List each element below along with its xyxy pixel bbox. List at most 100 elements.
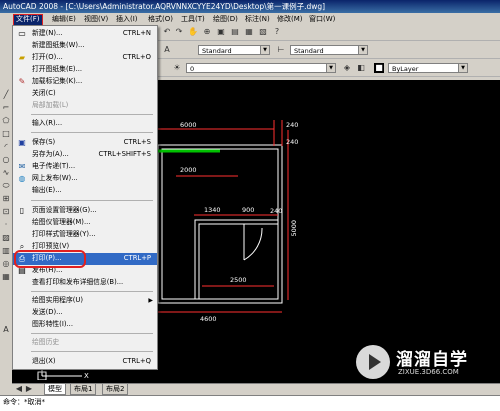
tab-nav-last-icon[interactable]: ▶ [24,384,34,394]
menu-item-drawing-properties[interactable]: 图形特性(I)... [13,319,157,331]
menu-item-save-as[interactable]: 另存为(A)... CTRL+SHIFT+S [13,149,157,161]
menu-item-etransmit[interactable]: ✉ 电子传递(T)... [13,161,157,173]
dim-label: 240 [286,121,299,129]
globe-icon: ◍ [18,174,26,183]
layer-select[interactable]: 0 ▼ [186,63,336,73]
command-line[interactable]: 命令：*取消* [0,395,500,411]
menu-item-page-setup[interactable]: ▯ 页面设置管理器(G)... [13,205,157,217]
menu-item-plotter-manager[interactable]: 绘图仪管理器(M)... [13,217,157,229]
menu-item-publish-web[interactable]: ◍ 网上发布(W)... [13,173,157,185]
tab-model[interactable]: 模型 [44,384,66,395]
mtext-icon[interactable]: A [1,325,11,335]
menu-modify[interactable]: 修改(M) [275,14,305,24]
region-icon[interactable]: ◎ [1,259,11,269]
insert-block-icon[interactable]: ⊞ [1,194,11,204]
polygon-icon[interactable]: ⬠ [1,116,11,126]
pan-icon[interactable]: ✋ [188,27,198,37]
dim-label: 6000 [180,121,197,129]
dim-label: 5000 [290,220,298,237]
chevron-down-icon: ▼ [260,46,269,54]
tab-layout1[interactable]: 布局1 [70,384,97,395]
watermark: 溜溜自学 ZIXUE.3D66.COM [356,343,496,383]
dim-label: 1340 [204,206,221,214]
menu-separator [31,351,153,352]
tool-palette-icon[interactable]: ▧ [258,27,268,37]
table-icon[interactable]: ▦ [1,272,11,282]
menu-item-exit[interactable]: 退出(X) CTRL+Q [13,356,157,368]
gradient-icon[interactable]: ▥ [1,246,11,256]
menu-insert[interactable]: 插入(I) [114,14,140,24]
menu-item-export[interactable]: 输出(E)... [13,185,157,197]
hatch-icon[interactable]: ▨ [1,233,11,243]
make-block-icon[interactable]: ⊡ [1,207,11,217]
make-current-icon[interactable]: ◈ [342,63,352,73]
menu-item-new[interactable]: ▭ 新建(N)... CTRL+N [13,28,157,40]
rectangle-icon[interactable]: □ [1,129,11,139]
save-icon: ▣ [18,138,26,147]
dim-style-icon: ⊢ [277,45,285,54]
circle-icon[interactable]: ○ [1,155,11,165]
menu-item-send[interactable]: 发送(D)... [13,307,157,319]
spline-icon[interactable]: ∿ [1,168,11,178]
menu-separator [31,291,153,292]
dim-label: 240 [286,138,299,146]
arc-icon[interactable]: ◜ [1,142,11,152]
properties-icon[interactable]: ▤ [230,27,240,37]
menu-window[interactable]: 窗口(W) [307,14,337,24]
play-logo-icon [356,345,390,379]
help-icon[interactable]: ? [272,27,282,37]
layers-toolbar: ☀ 0 ▼ ◈ ◧ ■ ByLayer ▼ [158,61,500,77]
menu-item-partial-load: 局部加载(L) [32,101,69,109]
watermark-url: ZIXUE.3D66.COM [398,368,459,376]
menu-edit[interactable]: 编辑(E) [50,14,78,24]
svg-text:X: X [84,372,89,380]
etransmit-icon: ✉ [18,162,26,171]
dim-label: 240 [270,207,283,215]
layer-previous-icon[interactable]: ◧ [356,63,366,73]
menu-tools[interactable]: 工具(T) [179,14,207,24]
menu-item-drawing-utilities[interactable]: 绘图实用程序(U) ▶ [13,295,157,307]
tab-nav-first-icon[interactable]: ◀ [14,384,24,394]
menu-dimension[interactable]: 标注(N) [243,14,272,24]
dim-label: 4600 [200,315,217,323]
line-icon[interactable]: ╱ [1,90,11,100]
dim-style-select[interactable]: Standard ▼ [290,45,368,55]
menu-draw[interactable]: 绘图(D) [211,14,240,24]
chevron-down-icon: ▼ [326,64,335,72]
tab-layout2[interactable]: 布局2 [102,384,129,395]
dim-label: 2500 [230,276,247,284]
watermark-name: 溜溜自学 [396,350,468,370]
menu-item-open[interactable]: ▰ 打开(O)... CTRL+O [13,52,157,64]
text-style-icon: A [164,45,170,54]
menu-item-save[interactable]: ▣ 保存(S) CTRL+S [13,137,157,149]
chevron-down-icon: ▼ [458,64,467,72]
dim-label: 2000 [180,166,197,174]
styles-toolbar: A Standard ▼ ⊢ Standard ▼ [158,43,500,59]
point-icon[interactable]: · [1,220,11,230]
standard-toolbar: ↶ ↷ ✋ ⊕ ▣ ▤ ▦ ▧ ? [158,25,500,41]
menu-item-import[interactable]: 输入(R)... [13,118,157,130]
ellipse-icon[interactable]: ⬭ [1,181,11,191]
folder-open-icon: ▰ [18,53,26,62]
markup-icon: ✎ [18,77,26,86]
menu-item-drawing-history: 绘图历史 [32,338,60,346]
menu-view[interactable]: 视图(V) [82,14,110,24]
color-select[interactable]: ByLayer ▼ [388,63,468,73]
menu-item-load-markup[interactable]: ✎ 加载标记集(K)... [13,76,157,88]
zoom-icon[interactable]: ⊕ [202,27,212,37]
layout-tabs: ◀ ▶ 模型 布局1 布局2 [12,383,500,395]
menu-format[interactable]: 格式(O) [146,14,175,24]
chevron-down-icon: ▼ [358,46,367,54]
menu-item-new-sheet-set[interactable]: 新建图纸集(W)... [13,40,157,52]
design-center-icon[interactable]: ▦ [244,27,254,37]
zoom-window-icon[interactable]: ▣ [216,27,226,37]
text-style-select[interactable]: Standard ▼ [198,45,270,55]
menu-item-open-sheet-set[interactable]: 打开图纸集(E)... [13,64,157,76]
menu-item-plot-details[interactable]: 查看打印和发布详细信息(B)... [13,277,157,289]
redo-icon[interactable]: ↷ [174,27,184,37]
polyline-icon[interactable]: ⌐ [1,103,11,113]
command-text: 命令：*取消* [3,398,45,406]
undo-icon[interactable]: ↶ [162,27,172,37]
menu-item-plot-style-manager[interactable]: 打印样式管理器(Y)... [13,229,157,241]
menu-item-close[interactable]: 关闭(C) [13,88,157,100]
